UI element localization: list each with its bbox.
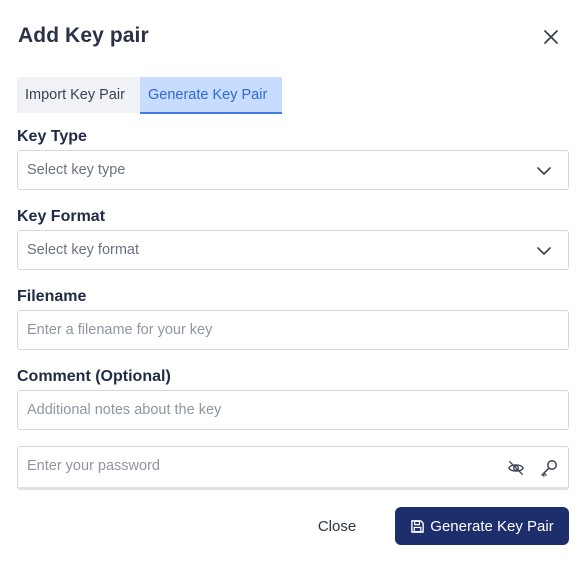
key-format-placeholder: Select key format: [27, 242, 140, 258]
dialog-title: Add Key pair: [18, 24, 149, 47]
close-icon: [544, 30, 558, 44]
generate-key-pair-label: Generate Key Pair: [430, 517, 554, 535]
save-icon: [410, 519, 425, 534]
tab-bar: Import Key Pair Generate Key Pair: [17, 77, 282, 114]
close-dialog-button[interactable]: [540, 26, 562, 48]
key-type-label: Key Type: [17, 128, 87, 145]
password-placeholder: Enter your password: [27, 458, 160, 474]
chevron-down-icon: [536, 163, 552, 179]
eye-off-icon[interactable]: [507, 459, 525, 477]
generate-key-pair-button[interactable]: Generate Key Pair: [395, 507, 569, 545]
key-type-select[interactable]: Select key type: [17, 150, 569, 190]
comment-input[interactable]: Additional notes about the key: [17, 390, 569, 430]
comment-placeholder: Additional notes about the key: [27, 402, 222, 418]
comment-label: Comment (Optional): [17, 368, 171, 385]
password-input[interactable]: Enter your password: [17, 446, 569, 490]
key-format-select[interactable]: Select key format: [17, 230, 569, 270]
filename-input[interactable]: Enter a filename for your key: [17, 310, 569, 350]
add-key-pair-dialog: Add Key pair Import Key Pair Generate Ke…: [0, 0, 584, 568]
filename-placeholder: Enter a filename for your key: [27, 322, 213, 338]
key-type-placeholder: Select key type: [27, 162, 126, 178]
key-icon[interactable]: [539, 458, 559, 478]
key-format-label: Key Format: [17, 208, 106, 225]
tab-import-key-pair[interactable]: Import Key Pair: [17, 77, 140, 113]
tab-generate-key-pair[interactable]: Generate Key Pair: [140, 77, 282, 114]
chevron-down-icon: [536, 243, 552, 259]
filename-label: Filename: [17, 288, 87, 305]
close-button[interactable]: Close: [302, 509, 372, 543]
